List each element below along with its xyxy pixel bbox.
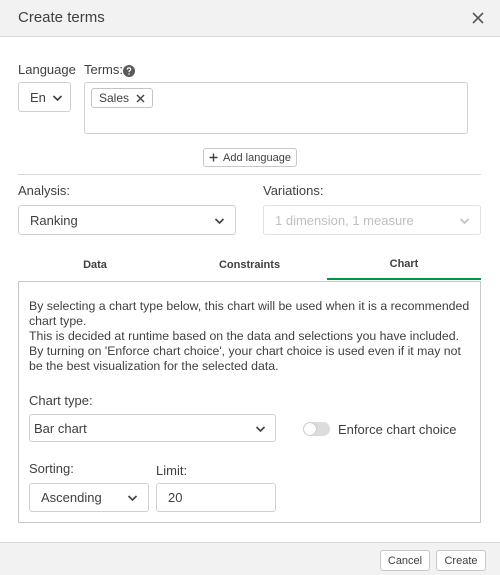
- chevron-down-icon: [52, 95, 63, 102]
- term-chip-label: Sales: [99, 91, 130, 105]
- analysis-select[interactable]: Ranking: [18, 205, 236, 235]
- create-button[interactable]: Create: [436, 550, 486, 571]
- variations-value: 1 dimension, 1 measure: [275, 213, 414, 228]
- limit-label: Limit:: [156, 463, 188, 478]
- term-chip: Sales: [91, 88, 154, 108]
- description-line: By selecting a chart type below, this ch…: [29, 299, 470, 328]
- tab-constraints[interactable]: Constraints: [172, 250, 327, 280]
- sorting-select[interactable]: Ascending: [29, 483, 149, 512]
- chevron-down-icon: [255, 426, 266, 433]
- chart-type-value: Bar chart: [34, 421, 87, 436]
- variations-label: Variations:: [263, 183, 324, 198]
- chart-type-label: Chart type:: [29, 393, 93, 408]
- chart-tab-panel: By selecting a chart type below, this ch…: [18, 281, 481, 523]
- sorting-value: Ascending: [41, 490, 102, 505]
- add-language-button[interactable]: Add language: [203, 148, 297, 167]
- chevron-down-icon: [214, 218, 225, 225]
- remove-term-icon[interactable]: [136, 94, 145, 103]
- toggle-knob: [304, 423, 316, 435]
- cancel-button[interactable]: Cancel: [380, 550, 430, 571]
- plus-icon: [209, 153, 218, 162]
- language-label: Language: [18, 62, 76, 77]
- variations-select: 1 dimension, 1 measure: [263, 205, 481, 235]
- language-value: En: [30, 90, 46, 105]
- chart-type-select[interactable]: Bar chart: [29, 414, 276, 442]
- section-divider: [18, 174, 481, 175]
- analysis-label: Analysis:: [18, 183, 71, 198]
- chevron-down-icon: [127, 495, 138, 502]
- tab-chart[interactable]: Chart: [327, 250, 481, 280]
- dialog-footer: Cancel Create: [0, 542, 500, 575]
- tab-data[interactable]: Data: [18, 250, 172, 280]
- dialog-header: Create terms: [0, 0, 500, 37]
- limit-value: 20: [168, 490, 183, 505]
- terms-input[interactable]: Sales: [84, 82, 468, 134]
- terms-label: Terms:: [84, 62, 123, 77]
- help-icon[interactable]: [123, 65, 135, 77]
- add-language-label: Add language: [223, 151, 291, 164]
- sorting-label: Sorting:: [29, 461, 74, 476]
- analysis-value: Ranking: [30, 213, 78, 228]
- description-line: This is decided at runtime based on the …: [29, 329, 459, 343]
- limit-input[interactable]: 20: [156, 483, 276, 512]
- enforce-chart-toggle[interactable]: [303, 422, 330, 436]
- description-line: By turning on 'Enforce chart choice', yo…: [29, 344, 461, 373]
- language-select[interactable]: En: [18, 82, 71, 112]
- close-icon[interactable]: [468, 8, 488, 28]
- chevron-down-icon: [459, 218, 470, 225]
- dialog-title: Create terms: [18, 9, 105, 26]
- enforce-chart-label: Enforce chart choice: [338, 422, 457, 437]
- chart-description: By selecting a chart type below, this ch…: [29, 299, 474, 374]
